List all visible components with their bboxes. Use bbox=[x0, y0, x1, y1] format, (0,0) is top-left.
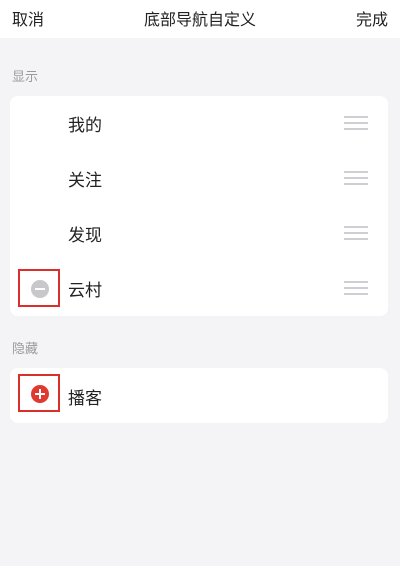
list-item-label: 关注 bbox=[68, 171, 102, 191]
list-item-boke: 播客 bbox=[10, 368, 388, 423]
shown-items-list: 我的 关注 发现 云村 bbox=[10, 96, 388, 316]
list-item-faxian: 发现 bbox=[10, 206, 388, 261]
list-item-label: 我的 bbox=[68, 116, 102, 136]
list-item-label: 发现 bbox=[68, 226, 102, 246]
remove-icon[interactable] bbox=[31, 280, 49, 298]
add-highlight-box bbox=[18, 374, 60, 412]
done-button[interactable]: 完成 bbox=[356, 6, 388, 30]
drag-handle-icon[interactable] bbox=[344, 171, 368, 185]
list-item-label: 播客 bbox=[68, 389, 102, 409]
shown-section-label: 显示 bbox=[12, 70, 39, 85]
drag-handle-icon[interactable] bbox=[344, 116, 368, 130]
page-title: 底部导航自定义 bbox=[143, 10, 256, 29]
hidden-items-list: 播客 bbox=[10, 368, 388, 423]
list-item-guanzhu: 关注 bbox=[10, 151, 388, 206]
drag-handle-icon[interactable] bbox=[344, 281, 368, 295]
hidden-section-label: 隐藏 bbox=[12, 342, 39, 357]
list-item-wode: 我的 bbox=[10, 96, 388, 151]
add-icon[interactable] bbox=[31, 385, 49, 403]
drag-handle-icon[interactable] bbox=[344, 226, 368, 240]
remove-highlight-box bbox=[18, 269, 60, 307]
list-item-label: 云村 bbox=[68, 281, 102, 301]
top-bar: 取消 底部导航自定义 完成 bbox=[0, 0, 400, 38]
list-item-yuncun: 云村 bbox=[10, 261, 388, 316]
